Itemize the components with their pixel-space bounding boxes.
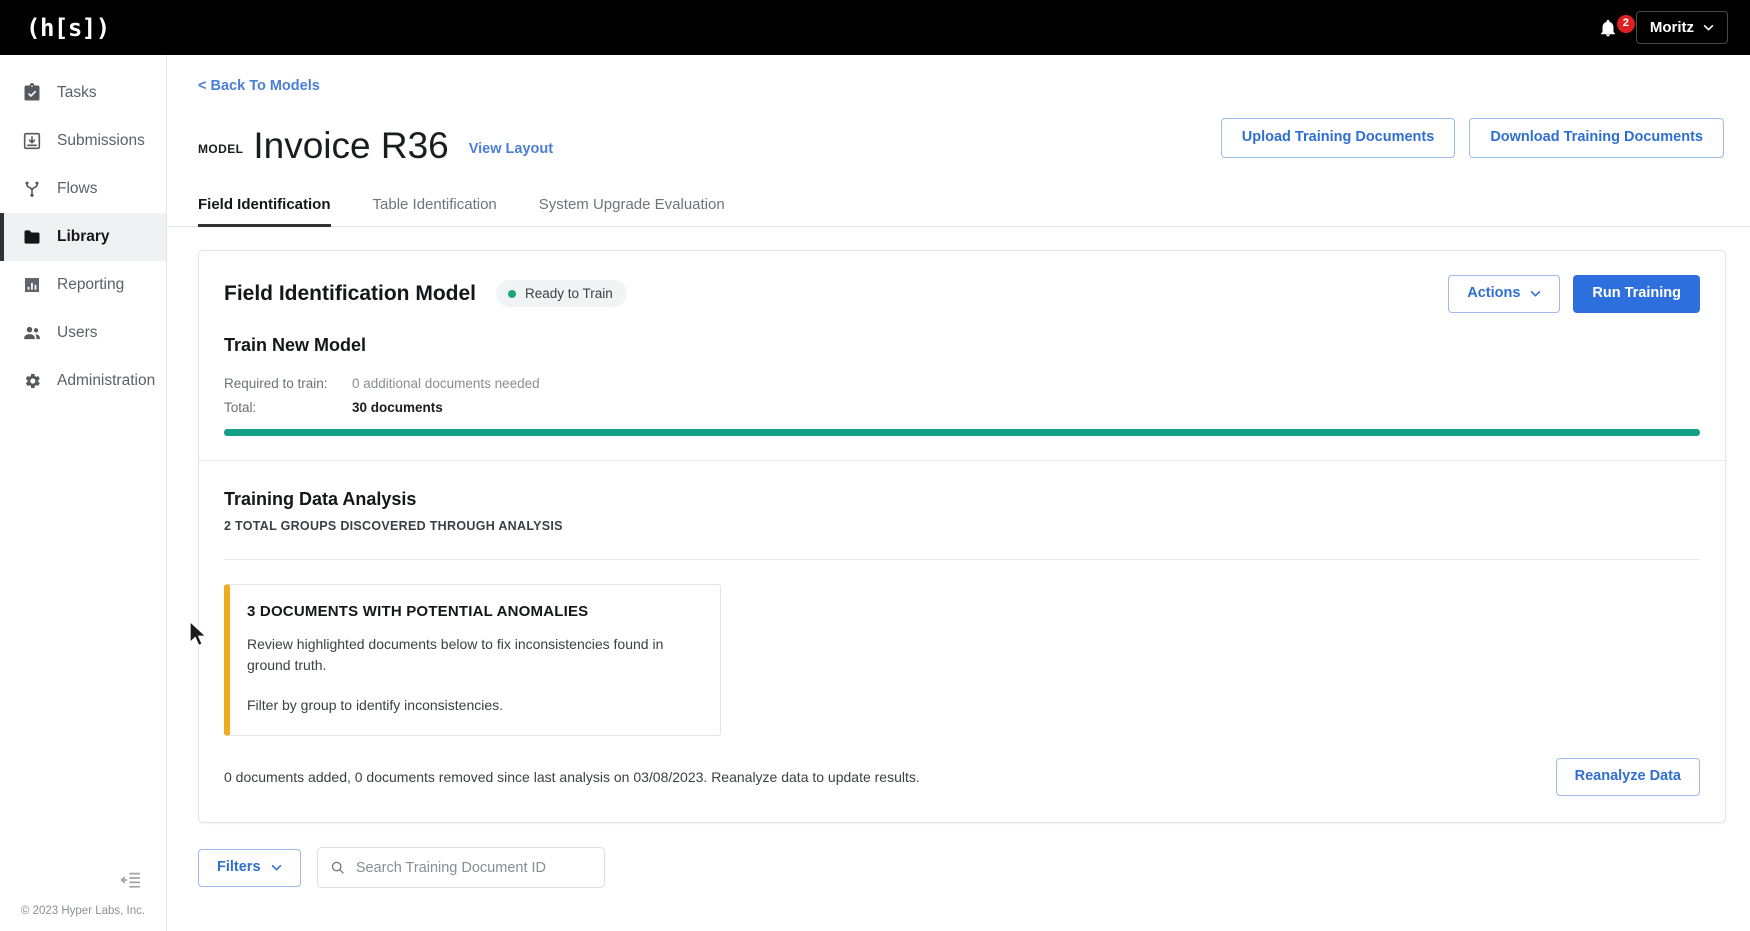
analysis-footer: 0 documents added, 0 documents removed s… [199,736,1725,822]
total-documents-row: Total: 30 documents [224,400,1700,415]
sidebar-item-reporting[interactable]: Reporting [0,261,166,309]
top-bar: (h[s]) 2 Moritz [0,0,1750,55]
header-actions: Upload Training Documents Download Train… [1220,118,1724,164]
app-root: (h[s]) 2 Moritz Tasks Submissions Flows … [0,0,1750,931]
chevron-down-icon [1530,291,1541,298]
train-new-model-section: Train New Model Required to train: 0 add… [199,335,1725,436]
documents-toolbar: Filters [167,823,1750,889]
anomalies-callout-body-secondary: Filter by group to identify inconsistenc… [247,697,504,714]
training-data-analysis-subtitle: 2 TOTAL GROUPS DISCOVERED THROUGH ANALYS… [224,518,563,533]
sidebar-nav: Tasks Submissions Flows Library Reportin… [0,55,166,869]
total-documents-label: Total: [224,399,257,415]
gear-icon [22,371,42,391]
collapse-sidebar-icon[interactable] [120,869,142,891]
bar-chart-icon [22,275,42,295]
card-title: Field Identification Model [224,281,476,305]
actions-dropdown-label: Actions [1467,284,1521,301]
reanalyze-data-button[interactable]: Reanalyze Data [1555,758,1700,797]
search-input[interactable] [355,859,592,876]
back-to-models-link[interactable]: < Back To Models [198,78,320,94]
sidebar-item-label: Submissions [57,132,145,149]
status-badge-label: Ready to Train [525,286,613,302]
page-header: < Back To Models MODEL Invoice R36 View … [167,55,1750,164]
user-menu-label: Moritz [1649,19,1694,36]
sidebar-item-administration[interactable]: Administration [0,357,166,405]
bell-icon [1600,19,1615,36]
sidebar-item-tasks[interactable]: Tasks [0,69,166,117]
tab-bar: Field Identification Table Identificatio… [167,196,1750,227]
sidebar-item-label: Library [57,228,110,245]
anomalies-callout-title: 3 DOCUMENTS WITH POTENTIAL ANOMALIES [247,602,589,620]
chevron-down-icon [1703,24,1714,31]
total-documents-value: 30 documents [352,399,443,415]
sidebar-item-library[interactable]: Library [0,213,166,261]
training-progress-bar [224,428,1700,436]
sidebar-item-label: Flows [57,180,98,197]
chevron-down-icon [271,865,281,872]
analysis-footer-note: 0 documents added, 0 documents removed s… [224,769,920,786]
sidebar-item-flows[interactable]: Flows [0,165,166,213]
users-icon [22,323,42,343]
sidebar-item-users[interactable]: Users [0,309,166,357]
status-badge: Ready to Train [496,280,627,308]
status-dot-icon [508,289,516,298]
training-data-analysis-title: Training Data Analysis [224,488,417,509]
upload-training-documents-button[interactable]: Upload Training Documents [1220,118,1456,158]
sidebar-item-label: Users [57,324,98,341]
search-box[interactable] [316,847,605,889]
sidebar-item-label: Tasks [57,84,97,101]
folder-icon [22,227,42,247]
training-progress-fill [224,428,1700,436]
anomalies-callout-body: Review highlighted documents below to fi… [247,635,664,673]
training-data-analysis-section: Training Data Analysis 2 TOTAL GROUPS DI… [199,461,1725,737]
sidebar-footer: © 2023 Hyper Labs, Inc. [0,869,166,931]
required-to-train-row: Required to train: 0 additional document… [224,376,1700,391]
download-training-documents-button[interactable]: Download Training Documents [1469,118,1724,158]
user-menu-button[interactable]: Moritz [1635,11,1728,44]
analysis-divider [224,558,1700,560]
sidebar-item-label: Administration [57,372,156,389]
tab-table-identification[interactable]: Table Identification [373,196,497,226]
field-identification-model-card: Field Identification Model Ready to Trai… [198,249,1726,824]
main-content: < Back To Models MODEL Invoice R36 View … [167,55,1750,931]
card-header: Field Identification Model Ready to Trai… [199,251,1725,335]
card-header-actions: Actions Run Training [1448,274,1700,313]
filters-button-label: Filters [217,858,261,875]
clipboard-check-icon [22,83,42,103]
search-icon [331,861,344,874]
train-new-model-title: Train New Model [224,334,367,355]
tab-field-identification[interactable]: Field Identification [198,196,331,227]
sidebar-item-submissions[interactable]: Submissions [0,117,166,165]
anomalies-callout: 3 DOCUMENTS WITH POTENTIAL ANOMALIES Rev… [224,583,721,737]
sidebar-item-label: Reporting [57,276,125,293]
top-bar-right: 2 Moritz [1598,11,1728,44]
model-kicker: MODEL [198,141,244,156]
filters-button[interactable]: Filters [198,848,301,887]
page-title: Invoice R36 [253,124,449,166]
collapse-sidebar-row [0,869,166,891]
required-to-train-label: Required to train: [224,375,328,391]
flow-branch-icon [22,179,42,199]
required-to-train-value: 0 additional documents needed [352,375,540,391]
sidebar: Tasks Submissions Flows Library Reportin… [0,55,167,931]
run-training-button[interactable]: Run Training [1573,274,1700,313]
train-requirements-table: Required to train: 0 additional document… [224,376,1700,415]
notification-count-badge: 2 [1616,14,1635,33]
tab-system-upgrade-evaluation[interactable]: System Upgrade Evaluation [539,196,725,226]
app-logo[interactable]: (h[s]) [26,14,110,42]
view-layout-link[interactable]: View Layout [469,141,553,164]
title-row: MODEL Invoice R36 View Layout Upload Tra… [198,118,1724,164]
copyright-text: © 2023 Hyper Labs, Inc. [20,905,146,917]
inbox-download-icon [22,131,42,151]
actions-dropdown-button[interactable]: Actions [1448,274,1561,313]
notifications-button[interactable]: 2 [1598,14,1635,38]
